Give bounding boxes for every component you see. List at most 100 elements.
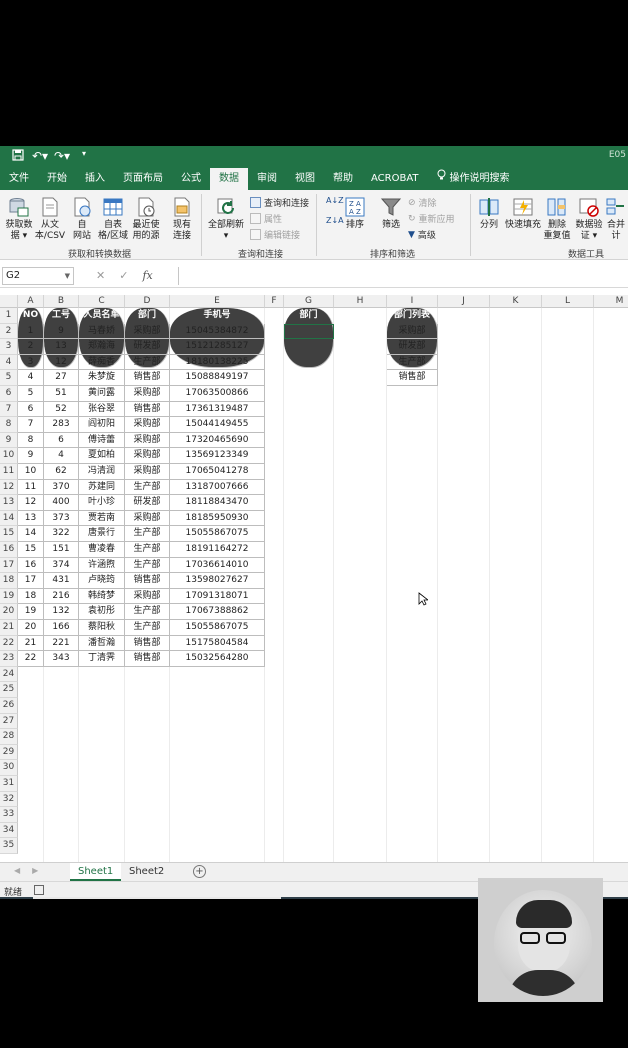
table-cell[interactable]: 343 [44, 651, 79, 667]
table-cell[interactable]: 370 [44, 479, 79, 496]
sort-ascending-button[interactable]: A↓Z [326, 196, 344, 205]
table-cell[interactable]: 3 [18, 354, 44, 371]
row-header[interactable]: 28 [0, 729, 18, 745]
queries-connections-button[interactable]: 查询和连接 [250, 196, 309, 209]
row-header[interactable]: 34 [0, 822, 18, 839]
row-header[interactable]: 4 [0, 354, 18, 371]
from-web-button[interactable]: 自 网站 [68, 196, 96, 242]
row-header[interactable]: 32 [0, 791, 18, 808]
table-cell[interactable]: 21 [18, 635, 44, 652]
table-cell[interactable]: 15032564280 [170, 651, 265, 667]
table-cell[interactable]: 17320465690 [170, 432, 265, 449]
clear-filter-button[interactable]: ⊘ 清除 [408, 196, 437, 210]
table-cell[interactable]: 322 [44, 526, 79, 542]
dept-input-cell[interactable] [284, 323, 334, 340]
table-cell[interactable]: 郑瀚海 [79, 339, 125, 355]
table-cell[interactable]: 19 [18, 604, 44, 620]
add-sheet-icon[interactable]: + [193, 865, 206, 878]
row-header[interactable]: 35 [0, 838, 18, 854]
enter-icon[interactable]: ✓ [119, 269, 128, 282]
table-cell[interactable]: 张谷翠 [79, 401, 125, 418]
consolidate-button[interactable]: 合并计 [604, 196, 628, 242]
table-cell[interactable]: 销售部 [125, 651, 170, 667]
table-cell[interactable]: 10 [18, 464, 44, 480]
table-cell[interactable]: 8 [18, 432, 44, 449]
table-cell[interactable]: 216 [44, 588, 79, 605]
get-data-button[interactable]: 获取数 据 ▾ [4, 196, 34, 242]
table-cell[interactable]: 15121285127 [170, 339, 265, 355]
row-header[interactable]: 10 [0, 448, 18, 464]
table-cell[interactable]: 研发部 [125, 339, 170, 355]
table-cell[interactable]: 22 [18, 651, 44, 667]
table-cell[interactable]: 283 [44, 417, 79, 433]
table-cell[interactable]: 销售部 [125, 370, 170, 386]
redo-icon[interactable]: ↷▾ [54, 149, 70, 164]
tab-formulas[interactable]: 公式 [172, 168, 210, 190]
row-header[interactable]: 12 [0, 479, 18, 496]
row-header[interactable]: 25 [0, 682, 18, 698]
table-cell[interactable]: 132 [44, 604, 79, 620]
table-cell[interactable]: 9 [18, 448, 44, 464]
row-header[interactable]: 17 [0, 557, 18, 574]
table-cell[interactable]: 朱梦旋 [79, 370, 125, 386]
scroll-right-icon[interactable]: ▶ [32, 866, 38, 875]
insert-function-icon[interactable]: fx [142, 269, 152, 282]
sort-button[interactable]: Z AA Z 排序 [342, 196, 368, 231]
row-header[interactable]: 26 [0, 698, 18, 714]
table-cell[interactable]: 6 [18, 401, 44, 418]
tab-view[interactable]: 视图 [286, 168, 324, 190]
table-cell[interactable]: 17065041278 [170, 464, 265, 480]
table-cell[interactable]: 销售部 [125, 573, 170, 589]
table-cell[interactable]: 销售部 [125, 401, 170, 418]
recent-sources-button[interactable]: 最近使 用的源 [130, 196, 162, 242]
table-cell[interactable]: 166 [44, 620, 79, 636]
table-cell[interactable]: 生产部 [125, 479, 170, 496]
dept-list-item[interactable]: 研发部 [387, 339, 438, 355]
remove-duplicates-button[interactable]: 删除 重复值 [543, 196, 571, 242]
table-cell[interactable]: 1 [18, 323, 44, 340]
reapply-button[interactable]: ↻ 重新应用 [408, 212, 455, 226]
row-header[interactable]: 5 [0, 370, 18, 386]
from-table-range-button[interactable]: 自表 格/区域 [97, 196, 129, 242]
table-cell[interactable]: 62 [44, 464, 79, 480]
column-header[interactable]: F [265, 295, 284, 308]
table-cell[interactable]: 销售部 [125, 635, 170, 652]
cancel-icon[interactable]: ✕ [96, 269, 105, 282]
sort-descending-button[interactable]: Z↓A [326, 216, 344, 225]
table-cell[interactable]: 373 [44, 510, 79, 527]
row-header[interactable]: 31 [0, 776, 18, 792]
row-header[interactable]: 21 [0, 620, 18, 636]
from-text-csv-button[interactable]: 从文 本/CSV [34, 196, 66, 242]
sheet-tab-sheet1[interactable]: Sheet1 [70, 863, 122, 881]
table-cell[interactable]: 卢晓筠 [79, 573, 125, 589]
select-all-corner[interactable] [0, 295, 18, 308]
table-cell[interactable]: 7 [18, 417, 44, 433]
table-cell[interactable]: 15055867075 [170, 620, 265, 636]
table-cell[interactable]: 贾若南 [79, 510, 125, 527]
table-cell[interactable]: 17067388862 [170, 604, 265, 620]
row-header[interactable]: 20 [0, 604, 18, 620]
column-header[interactable]: D [125, 295, 170, 308]
table-cell[interactable]: 采购部 [125, 323, 170, 340]
table-cell[interactable]: 薛痴香 [79, 354, 125, 371]
tab-acrobat[interactable]: ACROBAT [362, 168, 428, 190]
table-cell[interactable]: 2 [18, 339, 44, 355]
table-cell[interactable]: 黄问露 [79, 386, 125, 402]
column-header[interactable]: M [594, 295, 628, 308]
table-cell[interactable]: 生产部 [125, 620, 170, 636]
table-cell[interactable]: 15045384872 [170, 323, 265, 340]
column-header[interactable]: H [334, 295, 387, 308]
dept-list-item[interactable]: 销售部 [387, 370, 438, 386]
row-header[interactable]: 15 [0, 526, 18, 542]
table-cell[interactable]: 9 [44, 323, 79, 340]
table-cell[interactable]: 冯清润 [79, 464, 125, 480]
row-header[interactable]: 13 [0, 495, 18, 511]
tab-help[interactable]: 帮助 [324, 168, 362, 190]
row-header[interactable]: 33 [0, 807, 18, 823]
table-cell[interactable]: 18 [18, 588, 44, 605]
row-header[interactable]: 22 [0, 635, 18, 652]
table-cell[interactable]: 17036614010 [170, 557, 265, 574]
table-cell[interactable]: 傅诗蕾 [79, 432, 125, 449]
table-cell[interactable]: 韩绮梦 [79, 588, 125, 605]
table-cell[interactable]: 15088849197 [170, 370, 265, 386]
